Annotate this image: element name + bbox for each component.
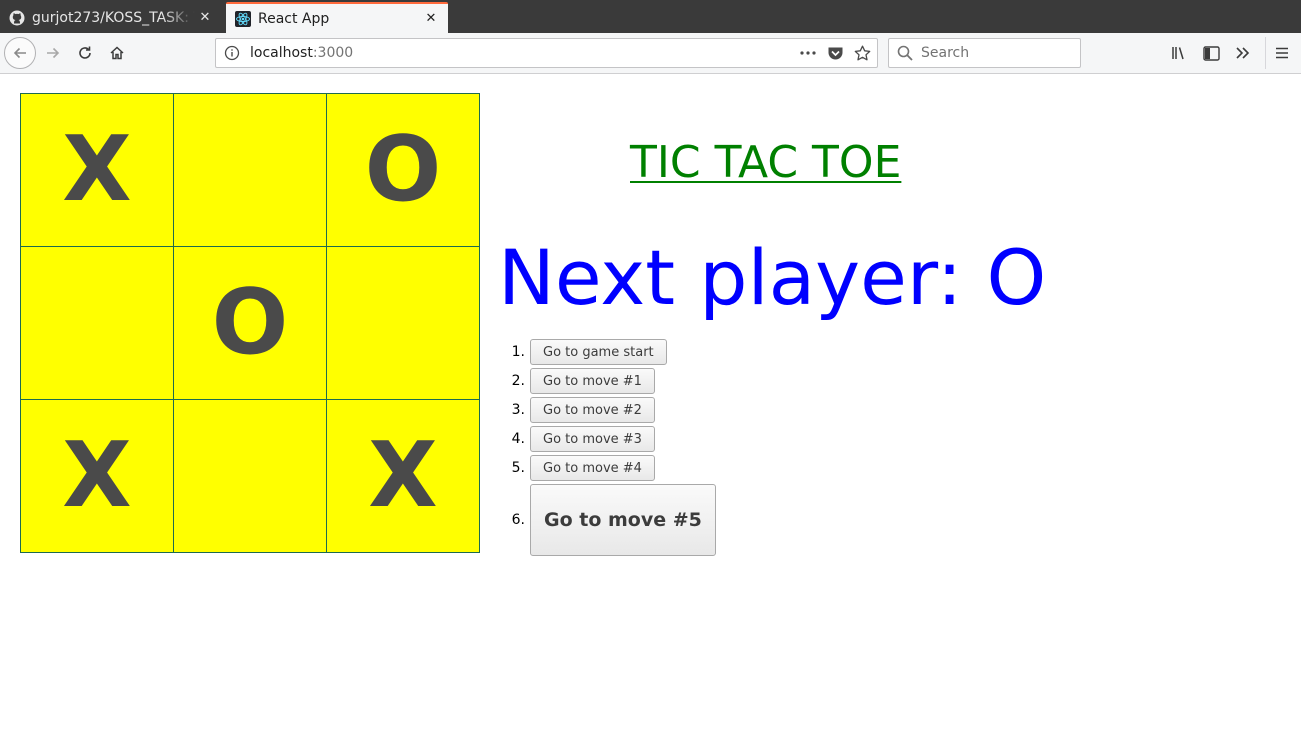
move-number: 3. bbox=[511, 402, 525, 418]
hamburger-menu-icon bbox=[1275, 47, 1288, 59]
board-square[interactable]: O bbox=[173, 246, 327, 400]
board-square[interactable]: X bbox=[20, 93, 174, 247]
tab-bar: gurjot273/KOSS_TASK: T ✕ React App ✕ bbox=[0, 0, 1301, 33]
sidebar-button[interactable] bbox=[1195, 37, 1227, 69]
game-board: X O O X X bbox=[20, 93, 480, 553]
list-item: 6. Go to move #5 bbox=[500, 484, 716, 556]
page-actions-icon[interactable] bbox=[799, 45, 817, 61]
navigation-toolbar: localhost:3000 bbox=[0, 33, 1301, 74]
move-number: 2. bbox=[511, 373, 525, 389]
chevron-double-right-icon bbox=[1236, 47, 1250, 59]
react-icon bbox=[235, 10, 251, 27]
reload-button[interactable] bbox=[69, 37, 101, 69]
board-square[interactable] bbox=[173, 93, 327, 247]
go-to-move-2-button[interactable]: Go to move #2 bbox=[530, 397, 655, 423]
home-icon bbox=[110, 46, 124, 60]
close-tab-icon[interactable]: ✕ bbox=[195, 8, 215, 28]
board-square[interactable]: X bbox=[20, 399, 174, 553]
move-number: 6. bbox=[511, 512, 525, 528]
search-icon bbox=[897, 45, 913, 61]
tab-title: gurjot273/KOSS_TASK: T bbox=[32, 9, 195, 26]
github-icon bbox=[9, 10, 25, 26]
list-item: 1. Go to game start bbox=[500, 339, 716, 365]
next-player-status: Next player: O bbox=[498, 233, 1047, 322]
close-tab-icon[interactable]: ✕ bbox=[421, 9, 441, 29]
list-item: 3. Go to move #2 bbox=[500, 397, 716, 423]
go-to-move-5-button[interactable]: Go to move #5 bbox=[530, 484, 716, 556]
forward-button[interactable] bbox=[37, 37, 69, 69]
bookmark-star-icon[interactable] bbox=[854, 45, 871, 61]
url-host: localhost bbox=[250, 45, 313, 61]
address-bar[interactable]: localhost:3000 bbox=[215, 38, 878, 68]
board-square[interactable] bbox=[20, 246, 174, 400]
list-item: 4. Go to move #3 bbox=[500, 426, 716, 452]
go-to-move-3-button[interactable]: Go to move #3 bbox=[530, 426, 655, 452]
library-button[interactable] bbox=[1164, 37, 1196, 69]
pocket-icon[interactable] bbox=[827, 45, 844, 61]
main-menu-button[interactable] bbox=[1265, 37, 1297, 69]
go-to-move-4-button[interactable]: Go to move #4 bbox=[530, 455, 655, 481]
url-port: :3000 bbox=[312, 45, 354, 61]
forward-arrow-icon bbox=[47, 47, 60, 59]
search-bar[interactable] bbox=[888, 38, 1081, 68]
board-square[interactable] bbox=[326, 246, 480, 400]
go-to-game-start-button[interactable]: Go to game start bbox=[530, 339, 667, 365]
search-input[interactable] bbox=[921, 45, 1071, 61]
back-button[interactable] bbox=[4, 37, 36, 69]
move-number: 1. bbox=[511, 344, 525, 360]
board-square[interactable]: O bbox=[326, 93, 480, 247]
back-arrow-icon bbox=[13, 47, 26, 59]
move-history-list: 1. Go to game start 2. Go to move #1 3. … bbox=[500, 339, 716, 559]
board-square[interactable] bbox=[173, 399, 327, 553]
overflow-menu-button[interactable] bbox=[1227, 37, 1259, 69]
tab-title: React App bbox=[258, 10, 330, 27]
home-button[interactable] bbox=[101, 37, 133, 69]
board-square[interactable]: X bbox=[326, 399, 480, 553]
move-number: 5. bbox=[511, 460, 525, 476]
go-to-move-1-button[interactable]: Go to move #1 bbox=[530, 368, 655, 394]
reload-icon bbox=[79, 46, 91, 59]
game-title: TIC TAC TOE bbox=[630, 137, 902, 188]
info-icon[interactable] bbox=[224, 45, 240, 61]
library-icon bbox=[1172, 47, 1184, 60]
tab-github[interactable]: gurjot273/KOSS_TASK: T ✕ bbox=[0, 2, 222, 33]
tab-react-app[interactable]: React App ✕ bbox=[226, 2, 448, 33]
sidebar-icon bbox=[1202, 45, 1220, 61]
move-number: 4. bbox=[511, 431, 525, 447]
list-item: 5. Go to move #4 bbox=[500, 455, 716, 481]
list-item: 2. Go to move #1 bbox=[500, 368, 716, 394]
